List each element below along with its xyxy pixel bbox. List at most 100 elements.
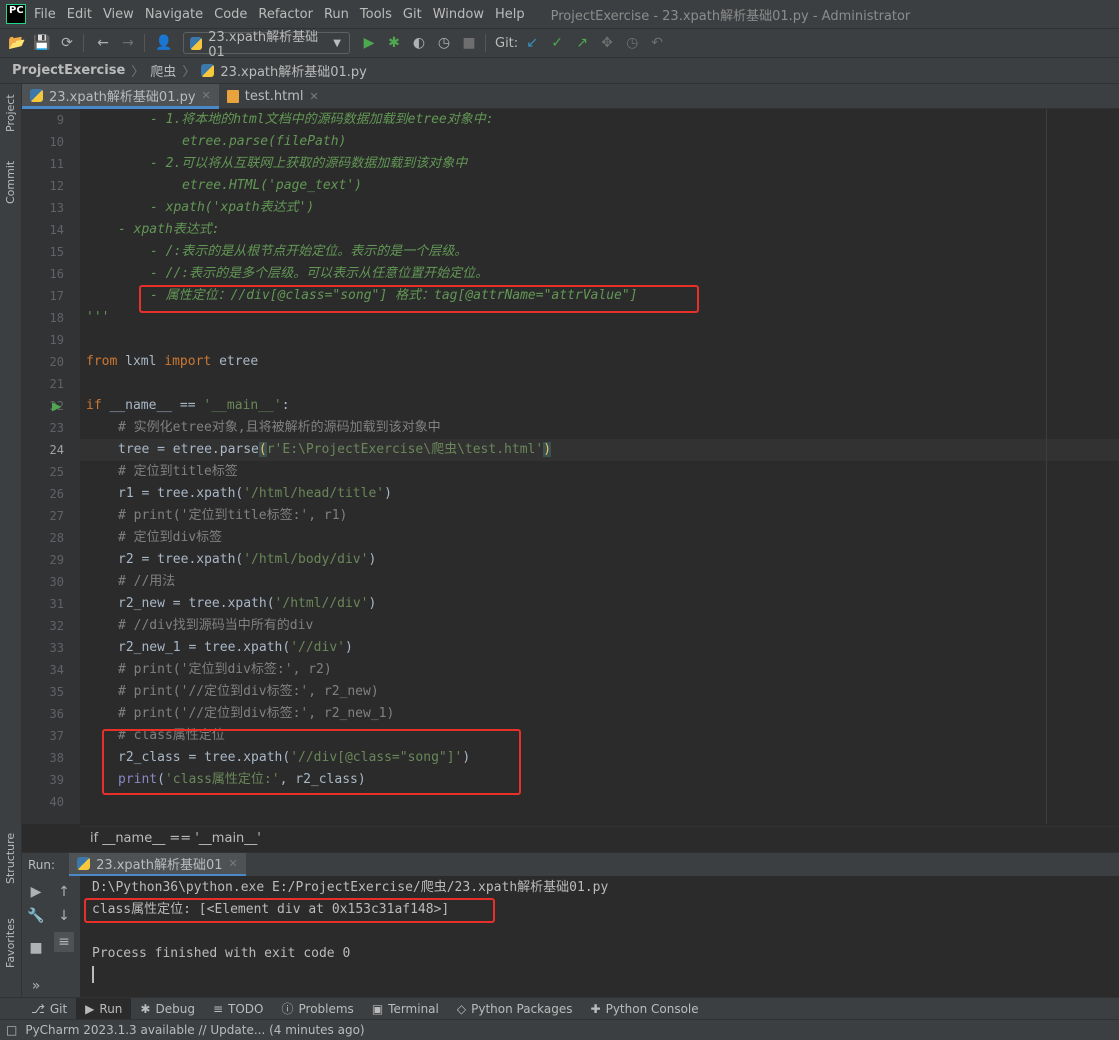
line-number: 21	[49, 377, 64, 391]
toolwindow-terminal[interactable]: ▣ Terminal	[363, 998, 448, 1020]
menu-bar: PC File Edit View Navigate Code Refactor…	[0, 0, 1119, 28]
code-line-14: - xpath表达式:	[118, 222, 220, 237]
menu-edit[interactable]: Edit	[67, 7, 92, 22]
expand-icon[interactable]: »	[26, 976, 46, 996]
breadcrumb-folder[interactable]: 爬虫	[150, 61, 176, 80]
breadcrumb-file[interactable]: 23.xpath解析基础01.py	[220, 61, 367, 80]
line-number: 32	[49, 619, 64, 633]
code-editor[interactable]: - 1.将本地的html文档中的源码数据加载到etree对象中: etree.p…	[80, 109, 1119, 824]
run-gutter-icon[interactable]: ▶	[52, 399, 61, 413]
status-message[interactable]: PyCharm 2023.1.3 available // Update... …	[25, 1023, 364, 1037]
toolwindow-label: Git	[49, 1001, 68, 1016]
save-icon[interactable]: 💾	[31, 32, 53, 54]
menu-code[interactable]: Code	[214, 7, 247, 22]
run-icon: ▶	[85, 1001, 95, 1016]
debug-bug-icon[interactable]: ✱	[383, 32, 405, 54]
menu-help[interactable]: Help	[495, 7, 525, 22]
tab-test-html[interactable]: test.html ✕	[219, 84, 327, 109]
code-line-36: # print('//定位到div标签:', r2_new_1)	[118, 706, 395, 721]
menu-window[interactable]: Window	[433, 7, 484, 22]
git-update-icon[interactable]: ↙	[521, 32, 543, 54]
toolwindow-debug[interactable]: ✱ Debug	[131, 998, 204, 1020]
run-configuration-select[interactable]: 23.xpath解析基础01 ▼	[183, 30, 350, 60]
menu-git[interactable]: Git	[403, 7, 422, 22]
python-file-icon	[30, 88, 43, 102]
open-folder-icon[interactable]: 📂	[6, 32, 28, 54]
window-title: ProjectExercise - 23.xpath解析基础01.py - Ad…	[550, 8, 911, 24]
menu-view[interactable]: View	[103, 7, 134, 22]
toolbar-divider	[485, 34, 486, 52]
line-number: 14	[49, 223, 64, 237]
panel-toggle-icon[interactable]: □	[6, 1023, 17, 1037]
tab-label: 23.xpath解析基础01.py	[49, 89, 196, 105]
code-line-22: if __name__ == '__main__':	[86, 398, 290, 413]
coverage-icon[interactable]: ◐	[408, 32, 430, 54]
profile-icon[interactable]: ◷	[433, 32, 455, 54]
toolwindow-run[interactable]: ▶ Run	[76, 997, 132, 1020]
line-numbers: 9 10 11 12 13 14 15 16 17 18 19 20 21 22…	[22, 109, 80, 824]
run-configuration-label: 23.xpath解析基础01	[208, 30, 319, 60]
code-structure-breadcrumb[interactable]: if __name__ == '__main__'	[80, 826, 1119, 850]
run-console[interactable]: D:\Python36\python.exe E:/ProjectExercis…	[80, 876, 1119, 997]
tab-xpath-py[interactable]: 23.xpath解析基础01.py ✕	[22, 84, 219, 109]
line-number: 25	[49, 465, 64, 479]
menu-refactor[interactable]: Refactor	[258, 7, 313, 22]
wrench-icon[interactable]: 🔧	[26, 906, 46, 926]
run-icon[interactable]: ▶	[358, 32, 380, 54]
toolwindow-python-console[interactable]: ✚ Python Console	[582, 998, 708, 1020]
stop-icon[interactable]: ■	[26, 938, 46, 958]
pycharm-logo-icon: PC	[6, 4, 26, 24]
breadcrumb-project[interactable]: ProjectExercise	[12, 63, 125, 78]
soft-wrap-icon[interactable]: ≡	[54, 932, 74, 952]
project-tool-button[interactable]: Project	[4, 94, 17, 132]
line-number: 28	[49, 531, 64, 545]
line-number: 35	[49, 685, 64, 699]
user-icon[interactable]: 👤	[153, 32, 175, 54]
git-merge-icon[interactable]: ✥	[596, 32, 618, 54]
git-commit-icon[interactable]: ✓	[546, 32, 568, 54]
toolwindow-problems[interactable]: ⓘ Problems	[272, 998, 362, 1020]
line-number: 31	[49, 597, 64, 611]
run-tab[interactable]: 23.xpath解析基础01 ✕	[69, 852, 246, 877]
close-icon[interactable]: ✕	[229, 857, 238, 870]
navigation-breadcrumb: ProjectExercise 〉 爬虫 〉 23.xpath解析基础01.py	[0, 58, 1119, 84]
structure-tool-button[interactable]: Structure	[4, 833, 17, 884]
toolwindow-todo[interactable]: ≡ TODO	[204, 998, 273, 1020]
close-icon[interactable]: ✕	[309, 90, 318, 103]
tool-window-bar: ⎇ Git ▶ Run ✱ Debug ≡ TODO ⓘ Problems ▣ Termin…	[0, 997, 1119, 1020]
code-line-30: # //用法	[118, 574, 176, 589]
toolwindow-python-packages[interactable]: ◇ Python Packages	[448, 998, 582, 1020]
code-line-18: '''	[86, 310, 110, 325]
scroll-up-icon[interactable]: ↑	[54, 882, 74, 902]
forward-arrow-icon[interactable]: →	[117, 32, 139, 54]
run-tab-label: 23.xpath解析基础01	[96, 857, 223, 873]
sync-icon[interactable]: ⟳	[56, 32, 78, 54]
history-clock-icon[interactable]: ◷	[621, 32, 643, 54]
scroll-down-icon[interactable]: ↓	[54, 906, 74, 926]
close-icon[interactable]: ✕	[202, 89, 211, 102]
line-number: 27	[49, 509, 64, 523]
menu-tools[interactable]: Tools	[360, 7, 392, 22]
code-line-15: - /:表示的是从根节点开始定位。表示的是一个层级。	[150, 244, 468, 259]
rerun-icon[interactable]: ▶	[26, 882, 46, 902]
rollback-icon[interactable]: ↶	[646, 32, 668, 54]
favorites-tool-button[interactable]: Favorites	[4, 918, 17, 968]
toolwindow-git[interactable]: ⎇ Git	[22, 998, 76, 1020]
stop-icon[interactable]: ■	[458, 32, 480, 54]
menu-navigate[interactable]: Navigate	[145, 7, 203, 22]
highlight-box-docstring	[139, 285, 699, 313]
back-arrow-icon[interactable]: ←	[92, 32, 114, 54]
commit-tool-button[interactable]: Commit	[4, 161, 17, 204]
git-push-icon[interactable]: ↗	[571, 32, 593, 54]
highlight-box-output	[84, 898, 495, 923]
git-branch-icon: ⎇	[31, 1001, 45, 1016]
menu-run[interactable]: Run	[324, 7, 349, 22]
line-number: 20	[49, 355, 64, 369]
line-number: 37	[49, 729, 64, 743]
line-number: 13	[49, 201, 64, 215]
line-number: 30	[49, 575, 64, 589]
code-line-20: from lxml import etree	[86, 354, 259, 369]
menu-file[interactable]: File	[34, 7, 56, 22]
code-line-35: # print('//定位到div标签:', r2_new)	[118, 684, 379, 699]
packages-icon: ◇	[456, 1001, 467, 1016]
